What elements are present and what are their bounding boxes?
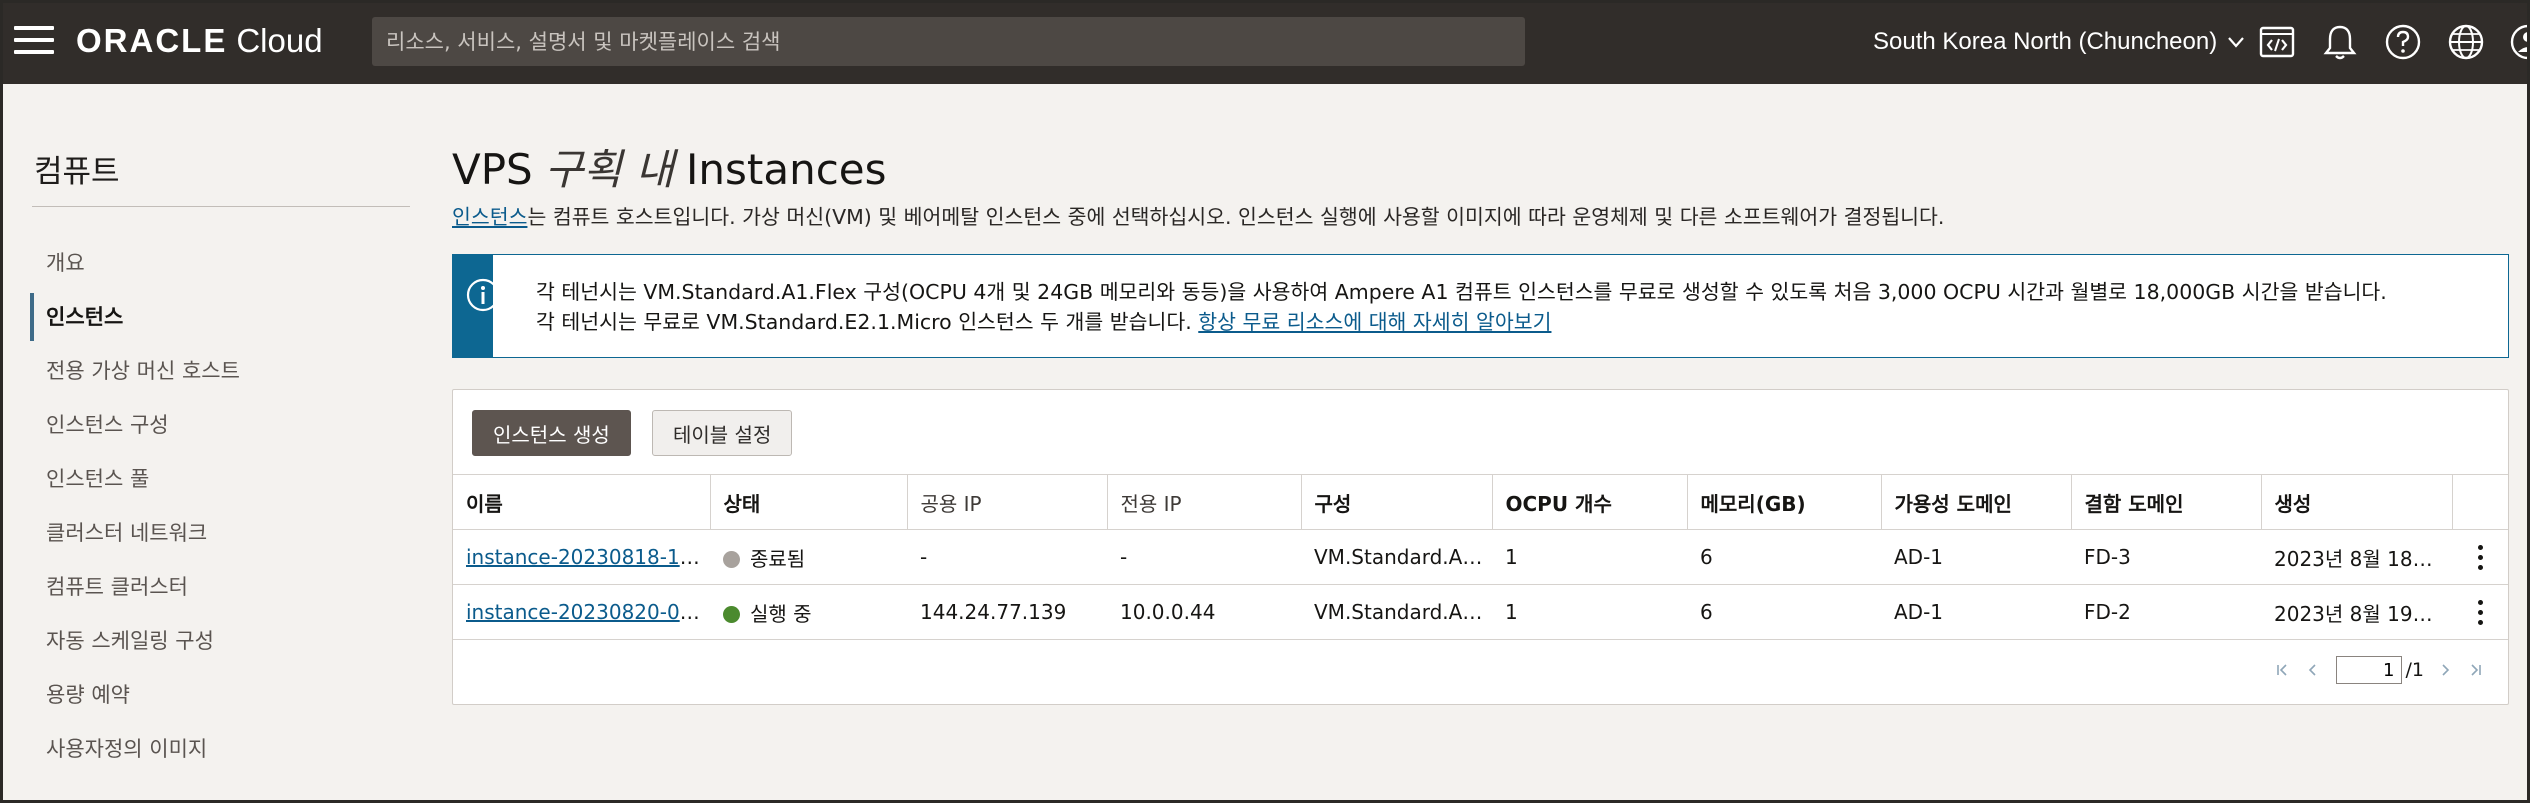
fd-cell: FD-3 bbox=[2071, 529, 2261, 585]
instances-table: 이름 상태 공용 IP 전용 IP 구성 OCPU 개수 메모리(GB) 가용성… bbox=[453, 474, 2508, 640]
notice-text: 각 테넌시는 VM.Standard.A1.Flex 구성(OCPU 4개 및 … bbox=[536, 277, 2387, 337]
sidebar-nav: 개요 인스턴스 전용 가상 머신 호스트 인스턴스 구성 인스턴스 풀 클러스터… bbox=[30, 236, 410, 776]
top-navigation-bar: ORACLE Cloud South Korea North (Chuncheo… bbox=[0, 0, 2530, 84]
sidebar-item-custom-images[interactable]: 사용자정의 이미지 bbox=[30, 722, 410, 776]
notice-line-2-text: 각 테넌시는 무료로 VM.Standard.E2.1.Micro 인스턴스 두… bbox=[536, 310, 1192, 334]
public-ip-cell: 144.24.77.139 bbox=[907, 584, 1107, 640]
table-header-row: 이름 상태 공용 IP 전용 IP 구성 OCPU 개수 메모리(GB) 가용성… bbox=[453, 474, 2508, 530]
pagination: /1 bbox=[2268, 655, 2491, 685]
private-ip-cell: 10.0.0.44 bbox=[1107, 584, 1301, 640]
sidebar-item-dedicated-vm-hosts[interactable]: 전용 가상 머신 호스트 bbox=[30, 344, 410, 398]
free-tier-notice: 각 테넌시는 VM.Standard.A1.Flex 구성(OCPU 4개 및 … bbox=[452, 254, 2509, 358]
col-public-ip: 공용 IP bbox=[907, 474, 1108, 530]
page-description: 인스턴스는 컴퓨트 호스트입니다. 가상 머신(VM) 및 베어메탈 인스턴스 … bbox=[452, 200, 1944, 230]
create-instance-button[interactable]: 인스턴스 생성 bbox=[472, 410, 631, 456]
col-ocpu[interactable]: OCPU 개수 bbox=[1492, 474, 1688, 530]
page-number-input[interactable] bbox=[2335, 656, 2402, 684]
first-page-icon[interactable] bbox=[2268, 655, 2298, 685]
ocpu-cell: 1 bbox=[1492, 584, 1687, 640]
col-private-ip: 전용 IP bbox=[1107, 474, 1302, 530]
private-ip-cell: - bbox=[1107, 529, 1301, 585]
info-icon bbox=[466, 278, 500, 312]
state-text: 종료됨 bbox=[750, 546, 806, 571]
state-cell: 종료됨 bbox=[710, 529, 907, 585]
globe-icon[interactable] bbox=[2446, 22, 2486, 62]
col-fault-domain[interactable]: 결함 도메인 bbox=[2071, 474, 2262, 530]
always-free-link[interactable]: 항상 무료 리소스에 대해 자세히 알아보기 bbox=[1198, 310, 1551, 334]
public-ip-cell: - bbox=[907, 529, 1107, 585]
bell-icon[interactable] bbox=[2320, 22, 2360, 62]
title-suffix: Instances bbox=[686, 145, 887, 194]
state-dot-icon bbox=[723, 605, 740, 623]
fd-cell: FD-2 bbox=[2071, 584, 2261, 640]
created-cell: 2023년 8월 18… bbox=[2261, 529, 2452, 585]
brand-oracle: ORACLE bbox=[76, 22, 228, 59]
search-input[interactable] bbox=[386, 29, 1511, 54]
row-actions-icon[interactable] bbox=[2465, 592, 2495, 632]
page-total: /1 bbox=[2405, 659, 2425, 681]
sidebar-item-capacity-reservations[interactable]: 용량 예약 bbox=[30, 668, 410, 722]
next-page-icon[interactable] bbox=[2430, 655, 2460, 685]
col-created[interactable]: 생성 bbox=[2261, 474, 2453, 530]
instances-panel: 인스턴스 생성 테이블 설정 이름 상태 공용 IP 전용 IP 구성 OCPU… bbox=[452, 389, 2509, 705]
page-title: VPS 구획 내 Instances bbox=[452, 136, 887, 197]
instance-name-link[interactable]: instance-20230818-1748 bbox=[466, 545, 710, 569]
sidebar-item-overview[interactable]: 개요 bbox=[30, 236, 410, 290]
sidebar-item-autoscaling[interactable]: 자동 스케일링 구성 bbox=[30, 614, 410, 668]
sidebar-title: 컴퓨트 bbox=[34, 154, 120, 190]
title-prefix: VPS bbox=[452, 145, 533, 194]
sidebar-divider bbox=[32, 206, 410, 207]
notice-line-2: 각 테넌시는 무료로 VM.Standard.E2.1.Micro 인스턴스 두… bbox=[536, 307, 2387, 337]
state-dot-icon bbox=[723, 550, 740, 568]
chevron-down-icon bbox=[2228, 37, 2245, 48]
col-name[interactable]: 이름 bbox=[453, 474, 711, 530]
row-actions-icon[interactable] bbox=[2465, 537, 2495, 577]
code-editor-icon[interactable] bbox=[2257, 22, 2297, 62]
col-actions bbox=[2452, 474, 2508, 530]
state-text: 실행 중 bbox=[750, 601, 812, 626]
region-label: South Korea North (Chuncheon) bbox=[1873, 28, 2218, 55]
state-cell: 실행 중 bbox=[710, 584, 907, 640]
col-availability-domain[interactable]: 가용성 도메인 bbox=[1881, 474, 2072, 530]
shape-cell: VM.Standard.A… bbox=[1301, 584, 1492, 640]
table-settings-button[interactable]: 테이블 설정 bbox=[652, 410, 793, 456]
notice-line-1: 각 테넌시는 VM.Standard.A1.Flex 구성(OCPU 4개 및 … bbox=[536, 280, 2387, 304]
ad-cell: AD-1 bbox=[1881, 584, 2071, 640]
profile-icon[interactable] bbox=[2508, 22, 2530, 62]
sidebar-item-instance-pools[interactable]: 인스턴스 풀 bbox=[30, 452, 410, 506]
title-compartment: 구획 내 bbox=[544, 145, 674, 194]
ad-cell: AD-1 bbox=[1881, 529, 2071, 585]
ocpu-cell: 1 bbox=[1492, 529, 1687, 585]
table-row: instance-20230818-1748 종료됨 - - VM.Standa… bbox=[453, 529, 2508, 585]
brand-cloud: Cloud bbox=[236, 22, 323, 59]
col-state[interactable]: 상태 bbox=[710, 474, 908, 530]
instances-doc-link[interactable]: 인스턴스 bbox=[452, 205, 527, 229]
description-text: 는 컴퓨트 호스트입니다. 가상 머신(VM) 및 베어메탈 인스턴스 중에 선… bbox=[527, 205, 1945, 229]
created-cell: 2023년 8월 19… bbox=[2261, 584, 2452, 640]
col-shape[interactable]: 구성 bbox=[1301, 474, 1493, 530]
col-memory[interactable]: 메모리(GB) bbox=[1687, 474, 1882, 530]
oracle-cloud-logo[interactable]: ORACLE Cloud bbox=[76, 22, 323, 62]
sidebar-item-instance-configurations[interactable]: 인스턴스 구성 bbox=[30, 398, 410, 452]
sidebar-item-compute-clusters[interactable]: 컴퓨트 클러스터 bbox=[30, 560, 410, 614]
table-row: instance-20230820-0240 실행 중 144.24.77.13… bbox=[453, 584, 2508, 640]
shape-cell: VM.Standard.A… bbox=[1301, 529, 1492, 585]
help-icon[interactable] bbox=[2383, 22, 2423, 62]
last-page-icon[interactable] bbox=[2460, 655, 2490, 685]
prev-page-icon[interactable] bbox=[2298, 655, 2328, 685]
memory-cell: 6 bbox=[1687, 584, 1881, 640]
menu-icon[interactable] bbox=[14, 26, 54, 56]
region-selector[interactable]: South Korea North (Chuncheon) bbox=[1873, 22, 2245, 62]
global-search bbox=[372, 17, 1525, 66]
sidebar-item-cluster-networks[interactable]: 클러스터 네트워크 bbox=[30, 506, 410, 560]
sidebar-item-instances[interactable]: 인스턴스 bbox=[30, 290, 410, 344]
memory-cell: 6 bbox=[1687, 529, 1881, 585]
instance-name-link[interactable]: instance-20230820-0240 bbox=[466, 600, 710, 624]
